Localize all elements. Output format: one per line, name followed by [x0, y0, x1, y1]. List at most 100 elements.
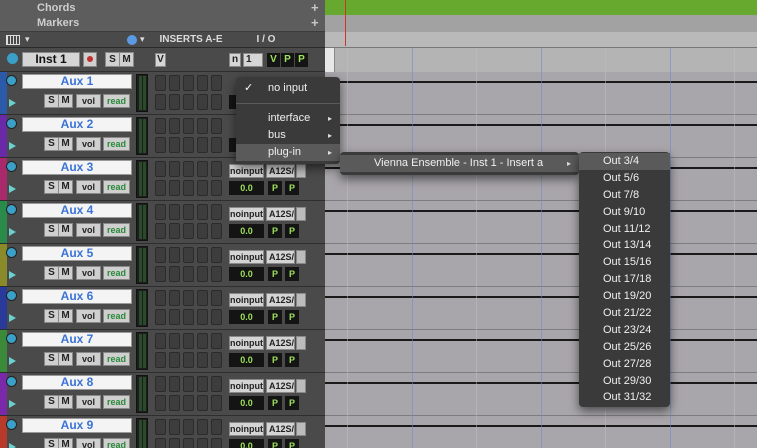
play-triangle-icon[interactable] — [9, 357, 16, 365]
insert-slot[interactable] — [155, 438, 166, 448]
insert-slot[interactable] — [211, 75, 222, 91]
insert-slot[interactable] — [155, 395, 166, 411]
automation-mode-button[interactable]: read — [103, 137, 130, 151]
insert-slot[interactable] — [169, 94, 180, 110]
insert-slot[interactable] — [155, 309, 166, 325]
insert-slot[interactable] — [155, 247, 166, 263]
insert-slot[interactable] — [183, 352, 194, 368]
automation-mode-button[interactable]: read — [103, 266, 130, 280]
input-selector[interactable]: noinput — [229, 250, 264, 264]
add-chord-button[interactable]: + — [311, 0, 319, 15]
insert-slot[interactable] — [211, 438, 222, 448]
output-stepper[interactable] — [296, 336, 306, 350]
mute-button[interactable]: M — [119, 52, 134, 67]
volume-value[interactable]: 0.0 — [229, 439, 264, 448]
insert-slot[interactable] — [197, 352, 208, 368]
output-selector[interactable]: 1 — [243, 53, 263, 67]
insert-slot[interactable] — [169, 309, 180, 325]
insert-slot[interactable] — [183, 137, 194, 153]
menu-item-output[interactable]: Out 23/24 — [579, 322, 670, 339]
track-view-icon[interactable] — [6, 35, 20, 45]
insert-slot[interactable] — [183, 266, 194, 282]
output-selector[interactable]: A12S/ — [266, 379, 295, 393]
insert-slot[interactable] — [169, 118, 180, 134]
track-name[interactable]: Aux 8 — [22, 375, 132, 390]
insert-slot[interactable] — [211, 180, 222, 196]
insert-slot[interactable] — [169, 419, 180, 435]
pan-right-indicator[interactable]: P — [285, 224, 299, 238]
insert-slot[interactable] — [183, 290, 194, 306]
play-triangle-icon[interactable] — [9, 228, 16, 236]
insert-slot[interactable] — [169, 395, 180, 411]
automation-mode-button[interactable]: read — [103, 180, 130, 194]
volume-value[interactable]: 0.0 — [229, 181, 264, 195]
insert-slot[interactable] — [197, 290, 208, 306]
automation-mode-button[interactable]: read — [103, 223, 130, 237]
input-selector[interactable]: noinput — [229, 379, 264, 393]
menu-item-output[interactable]: Out 21/22 — [579, 305, 670, 322]
pan-left-indicator[interactable]: P — [268, 224, 282, 238]
insert-slot[interactable] — [183, 204, 194, 220]
pan-left-indicator[interactable]: P — [268, 310, 282, 324]
insert-slot[interactable] — [197, 333, 208, 349]
chords-ruler-lane[interactable] — [325, 0, 757, 16]
insert-slot[interactable] — [197, 223, 208, 239]
solo-button[interactable]: S — [44, 180, 59, 194]
insert-slot[interactable] — [183, 333, 194, 349]
insert-slot[interactable] — [183, 419, 194, 435]
pan-left-indicator[interactable]: P — [268, 396, 282, 410]
insert-slot[interactable] — [197, 118, 208, 134]
menu-item-output[interactable]: Out 19/20 — [579, 288, 670, 305]
automation-mode-button[interactable]: read — [103, 94, 130, 108]
track-name[interactable]: Inst 1 — [22, 52, 80, 67]
insert-slot[interactable] — [155, 223, 166, 239]
insert-slot[interactable] — [211, 309, 222, 325]
track-name[interactable]: Aux 9 — [22, 418, 132, 433]
volume-value[interactable]: 0.0 — [229, 267, 264, 281]
mute-button[interactable]: M — [58, 438, 73, 448]
output-stepper[interactable] — [296, 379, 306, 393]
insert-slot[interactable] — [155, 94, 166, 110]
track-name[interactable]: Aux 7 — [22, 332, 132, 347]
menu-item-bus[interactable]: bus ▸ — [236, 127, 340, 144]
insert-slot[interactable] — [211, 247, 222, 263]
solo-button[interactable]: S — [44, 352, 59, 366]
insert-slot[interactable] — [211, 352, 222, 368]
track-name[interactable]: Aux 1 — [22, 74, 132, 89]
insert-slot[interactable] — [211, 161, 222, 177]
insert-slot[interactable] — [155, 290, 166, 306]
insert-slot[interactable] — [197, 247, 208, 263]
play-triangle-icon[interactable] — [9, 142, 16, 150]
pan-left-indicator[interactable]: P — [281, 53, 294, 67]
insert-slot[interactable] — [169, 438, 180, 448]
menu-item-interface[interactable]: interface ▸ — [236, 110, 340, 127]
insert-slot[interactable] — [197, 395, 208, 411]
insert-slot[interactable] — [155, 75, 166, 91]
play-triangle-icon[interactable] — [9, 443, 16, 448]
insert-slot[interactable] — [169, 161, 180, 177]
volume-value[interactable]: 0.0 — [229, 310, 264, 324]
output-selector[interactable]: A12S/ — [266, 164, 295, 178]
input-selector[interactable]: noinput — [229, 336, 264, 350]
track-name[interactable]: Aux 4 — [22, 203, 132, 218]
add-marker-button[interactable]: + — [311, 15, 319, 30]
volume-view-button[interactable]: vol — [76, 180, 101, 194]
insert-slot[interactable] — [169, 352, 180, 368]
volume-view-button[interactable]: vol — [76, 137, 101, 151]
automation-mode-button[interactable]: read — [103, 352, 130, 366]
insert-slot[interactable] — [169, 204, 180, 220]
insert-slot[interactable] — [197, 419, 208, 435]
solo-button[interactable]: S — [44, 94, 59, 108]
insert-slot[interactable] — [183, 395, 194, 411]
insert-slot[interactable] — [169, 223, 180, 239]
pan-left-indicator[interactable]: P — [268, 353, 282, 367]
pan-right-indicator[interactable]: P — [295, 53, 308, 67]
menu-item-output[interactable]: Out 29/30 — [579, 373, 670, 390]
output-selector[interactable]: A12S/ — [266, 336, 295, 350]
insert-slot[interactable] — [197, 438, 208, 448]
insert-slot[interactable] — [197, 75, 208, 91]
track-name[interactable]: Aux 6 — [22, 289, 132, 304]
insert-slot[interactable] — [155, 161, 166, 177]
output-selector[interactable]: A12S/ — [266, 293, 295, 307]
play-triangle-icon[interactable] — [9, 314, 16, 322]
